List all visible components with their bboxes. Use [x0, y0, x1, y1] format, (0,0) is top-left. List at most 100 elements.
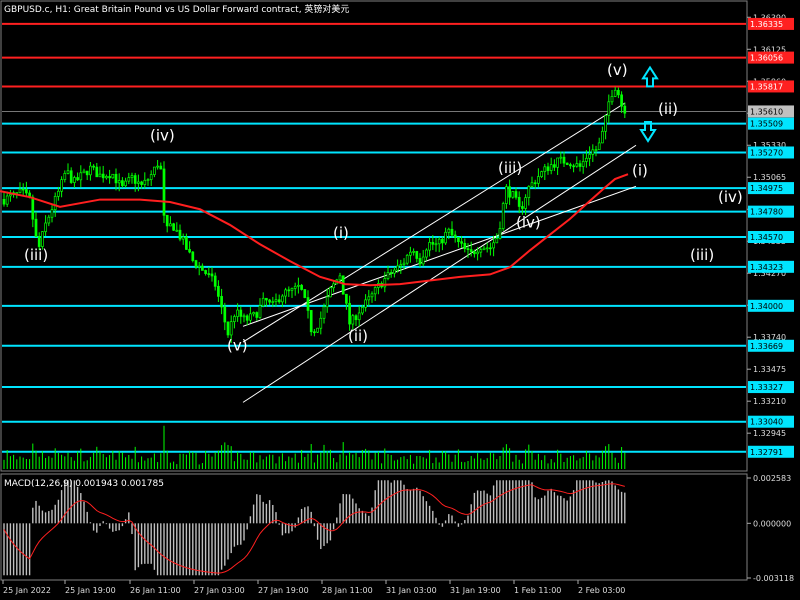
candle-body: [149, 174, 153, 180]
candle-body: [201, 265, 204, 271]
candle-body: [623, 105, 627, 114]
candle-body: [508, 186, 511, 198]
resistance-tag-label: 1.36335: [750, 20, 783, 29]
candle-body: [591, 149, 595, 155]
candle-body: [249, 313, 252, 321]
time-tick-label: 26 Jan 11:00: [130, 586, 181, 595]
candle-body: [2, 198, 6, 205]
candle-body: [172, 223, 175, 231]
candle-body: [469, 249, 473, 252]
wave-label: (iii): [498, 159, 522, 177]
candle-body: [181, 236, 185, 240]
candle-body: [412, 250, 415, 253]
candle-body: [255, 312, 259, 318]
candle-body: [300, 284, 303, 290]
candle-body: [466, 248, 470, 250]
candle-body: [588, 154, 591, 159]
candle-body: [274, 299, 278, 302]
candle-body: [332, 283, 335, 289]
candle-body: [418, 258, 422, 265]
candle-body: [213, 275, 217, 287]
candle-body: [34, 218, 38, 237]
support-tag-label: 1.35509: [750, 120, 783, 129]
candle-body: [111, 173, 115, 179]
price-tick-label: 1.32945: [753, 429, 786, 438]
wave-label: (ii): [348, 327, 368, 345]
candle-body: [575, 163, 579, 167]
candle-body: [53, 196, 57, 210]
candle-body: [290, 288, 294, 291]
resistance-tag-label: 1.35817: [750, 82, 783, 91]
wave-label: (iii): [690, 246, 714, 264]
candle-body: [441, 238, 444, 244]
candle-body: [530, 182, 534, 187]
chart-canvas[interactable]: (iii) (iv) (v) (i) (ii) (iii) (iv) (v) (ii) (i) (i…: [0, 0, 800, 600]
candle-body: [393, 269, 396, 274]
candle-body: [165, 214, 169, 227]
candle-body: [492, 242, 495, 249]
candle-body: [242, 315, 246, 318]
candle-body: [284, 289, 287, 297]
wave-label: (i): [333, 224, 349, 242]
candle-body: [553, 164, 556, 168]
candle-body: [229, 321, 233, 336]
candle-body: [351, 315, 355, 325]
resistance-tag-label: 1.36056: [750, 54, 783, 63]
candle-body: [306, 297, 310, 311]
candle-body: [217, 285, 220, 297]
candle-body: [473, 251, 476, 255]
time-tick-label: 1 Feb 11:00: [514, 586, 561, 595]
candle-body: [271, 301, 275, 303]
candle-body: [101, 173, 105, 179]
candle-body: [565, 162, 569, 165]
candle-body: [156, 165, 159, 168]
candle-body: [415, 250, 419, 259]
candle-body: [89, 165, 92, 176]
wave-label: (ii): [658, 100, 678, 118]
candle-body: [354, 315, 358, 321]
candle-body: [479, 249, 483, 253]
candle-body: [130, 175, 134, 178]
support-tag-label: 1.34975: [750, 184, 783, 193]
candle-body: [389, 272, 393, 274]
candle-body: [447, 228, 451, 233]
candle-body: [114, 173, 118, 184]
candle-body: [169, 223, 172, 227]
candle-body: [133, 175, 137, 184]
candle-body: [197, 265, 201, 268]
candle-body: [25, 189, 28, 194]
candle-body: [287, 289, 291, 292]
candle-body: [450, 228, 454, 236]
candle-body: [73, 177, 76, 183]
candle-body: [239, 309, 243, 317]
candle-body: [437, 238, 441, 245]
candle-body: [348, 302, 351, 325]
candle-body: [521, 206, 524, 209]
price-tick-label: 1.35065: [753, 173, 786, 182]
candle-body: [188, 249, 191, 253]
candle-body: [146, 179, 150, 181]
candle-body: [559, 156, 563, 159]
candle-body: [543, 166, 547, 172]
wave-label: (v): [607, 61, 628, 79]
time-tick-label: 25 Jan 2022: [3, 586, 51, 595]
candle-body: [578, 163, 582, 167]
support-tag-label: 1.33669: [750, 342, 783, 351]
candle-body: [546, 166, 550, 171]
candle-body: [453, 234, 457, 238]
candle-body: [329, 287, 332, 298]
candle-body: [281, 295, 284, 303]
candle-body: [265, 297, 268, 301]
candle-body: [524, 197, 527, 209]
candle-body: [444, 231, 447, 244]
candle-body: [207, 273, 211, 275]
time-tick-label: 27 Jan 03:00: [194, 586, 245, 595]
candle-body: [316, 327, 319, 333]
candle-body: [178, 229, 182, 240]
candle-body: [303, 289, 307, 298]
candle-body: [175, 229, 179, 232]
time-tick-label: 31 Jan 03:00: [386, 586, 437, 595]
symbol-info: GBPUSD.c, H1: Great Britain Pound vs US …: [4, 3, 349, 15]
candle-body: [581, 161, 585, 167]
candle-body: [527, 186, 531, 198]
